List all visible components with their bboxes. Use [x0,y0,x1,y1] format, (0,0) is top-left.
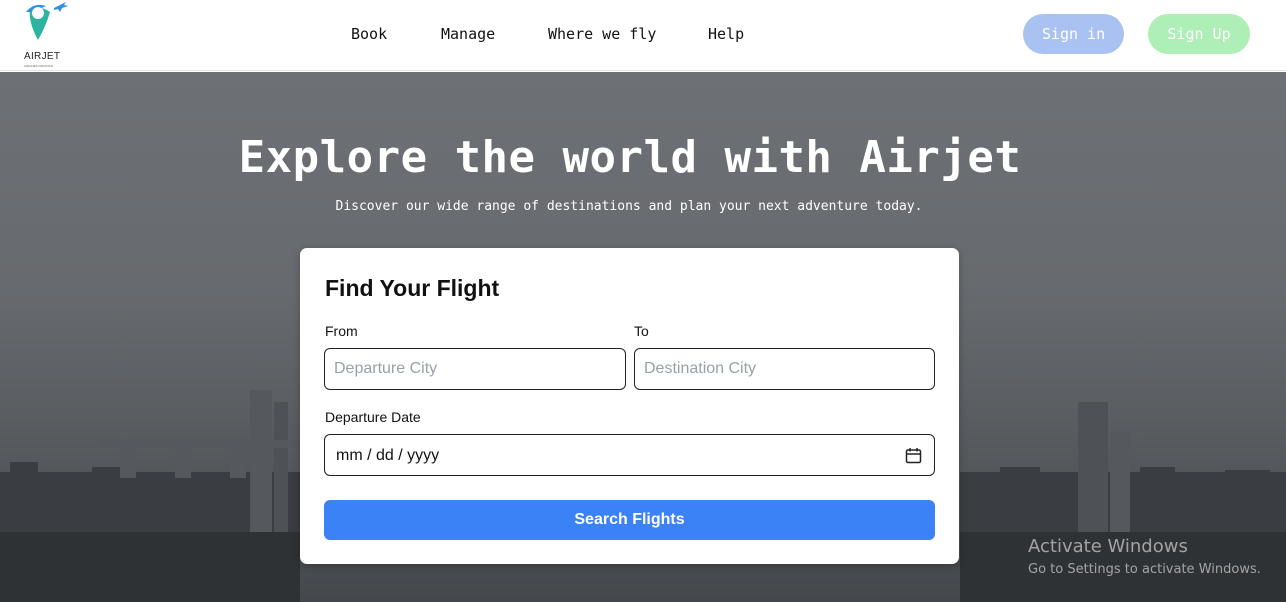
sign-in-button[interactable]: Sign in [1023,14,1124,54]
activate-windows-subtitle: Go to Settings to activate Windows. [1028,562,1261,577]
departure-date-label: Departure Date [325,409,421,425]
nav-manage[interactable]: Manage [441,25,495,43]
logo-tagline: AIRLINES PAKISTAN [24,64,53,68]
sign-up-button[interactable]: Sign Up [1148,14,1250,54]
airjet-logo[interactable]: AIRJET AIRLINES PAKISTAN [20,0,70,70]
logo-mark-icon [26,2,68,40]
logo-wordmark: AIRJET [24,51,61,62]
hero-section: Explore the world with Airjet Discover o… [0,72,1286,602]
departure-date-input[interactable]: mm / dd / yyyy [324,434,935,476]
destination-city-input[interactable] [634,348,935,390]
departure-city-input[interactable] [324,348,626,390]
nav-book[interactable]: Book [351,25,387,43]
date-value: mm / dd / yyyy [336,447,440,464]
card-title: Find Your Flight [325,275,500,301]
nav-where-we-fly[interactable]: Where we fly [548,25,656,43]
activate-windows-title: Activate Windows [1028,536,1188,557]
nav-help[interactable]: Help [708,25,744,43]
flight-search-card: Find Your Flight From To Departure Date … [300,248,959,564]
to-label: To [634,323,649,339]
hero-subtitle: Discover our wide range of destinations … [335,199,923,214]
top-navbar: AIRJET AIRLINES PAKISTAN Book Manage Whe… [0,0,1286,71]
search-flights-button[interactable]: Search Flights [324,500,935,540]
hero-title: Explore the world with Airjet [238,132,1022,183]
calendar-icon[interactable] [905,447,922,464]
from-label: From [325,323,358,339]
